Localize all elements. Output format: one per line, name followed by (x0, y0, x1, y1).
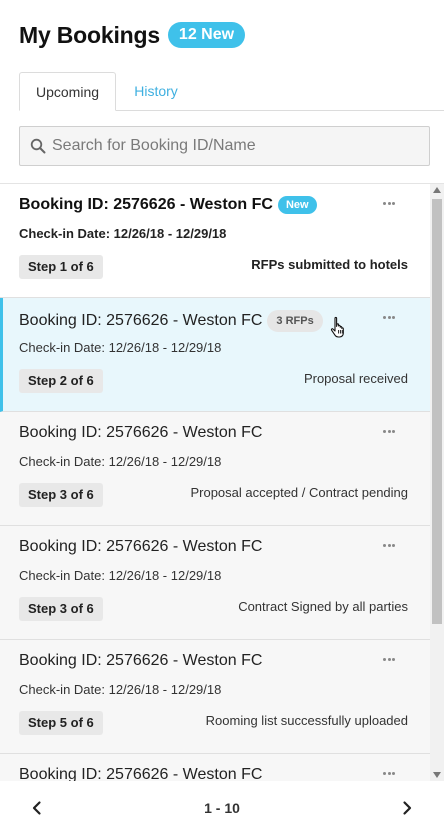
step-badge: Step 2 of 6 (19, 369, 103, 393)
search-input[interactable] (52, 137, 412, 155)
booking-title: Booking ID: 2576626 - Weston FC (19, 652, 262, 670)
checkin-date: Check-in Date: 12/26/18 - 12/29/18 (19, 340, 222, 355)
new-count-badge: 12 New (167, 22, 246, 48)
booking-title: Booking ID: 2576626 - Weston FC New (19, 196, 317, 214)
booking-title: Booking ID: 2576626 - Weston FC (19, 424, 262, 442)
booking-status: Proposal received (303, 371, 408, 386)
step-badge: Step 1 of 6 (19, 255, 103, 279)
checkin-date: Check-in Date: 12/26/18 - 12/29/18 (19, 454, 222, 469)
booking-card[interactable]: Booking ID: 2576626 - Weston FC 3 RFPs Che… (0, 298, 430, 412)
booking-title-text: Booking ID: 2576626 - Weston FC (19, 652, 263, 669)
booking-list[interactable]: Booking ID: 2576626 - Weston FC New Check-… (0, 183, 444, 781)
booking-title-text: Booking ID: 2576626 - Weston FC (19, 196, 273, 213)
pagination: 1 - 10 (0, 781, 444, 835)
booking-title: Booking ID: 2576626 - Weston FC (19, 538, 262, 556)
step-badge: Step 5 of 6 (19, 711, 103, 735)
checkin-date: Check-in Date: 12/26/18 - 12/29/18 (19, 568, 222, 583)
tab-bar: Upcoming History (0, 72, 444, 111)
new-badge: New (277, 196, 317, 214)
booking-status: RFPs submitted to hotels (251, 257, 408, 272)
booking-title-text: Booking ID: 2576626 - Weston FC (19, 312, 263, 329)
search-icon (30, 138, 46, 154)
booking-status: Rooming list successfully uploaded (205, 713, 408, 728)
tab-upcoming[interactable]: Upcoming (19, 72, 116, 111)
booking-card[interactable]: Booking ID: 2576626 - Weston FC Check-in … (0, 526, 430, 640)
pagination-label: 1 - 10 (204, 800, 240, 816)
more-horizontal-icon[interactable] (382, 654, 396, 664)
booking-card[interactable]: Booking ID: 2576626 - Weston FC (0, 754, 430, 781)
checkin-date: Check-in Date: 12/26/18 - 12/29/18 (19, 682, 222, 697)
more-horizontal-icon[interactable] (382, 768, 396, 778)
chevron-right-icon[interactable] (398, 799, 416, 817)
scroll-thumb[interactable] (432, 199, 442, 624)
scroll-down-arrow[interactable] (433, 772, 441, 778)
page-title: My Bookings (19, 21, 160, 48)
step-badge: Step 3 of 6 (19, 597, 103, 621)
search-box[interactable] (19, 126, 430, 166)
booking-title-text: Booking ID: 2576626 - Weston FC (19, 766, 263, 781)
step-badge: Step 3 of 6 (19, 483, 103, 507)
checkin-date: Check-in Date: 12/26/18 - 12/29/18 (19, 226, 227, 241)
booking-title-text: Booking ID: 2576626 - Weston FC (19, 424, 263, 441)
booking-card[interactable]: Booking ID: 2576626 - Weston FC Check-in … (0, 412, 430, 526)
booking-title: Booking ID: 2576626 - Weston FC 3 RFPs (19, 310, 323, 332)
more-horizontal-icon[interactable] (382, 312, 396, 322)
more-horizontal-icon[interactable] (382, 540, 396, 550)
booking-card[interactable]: Booking ID: 2576626 - Weston FC Check-in … (0, 640, 430, 754)
booking-card[interactable]: Booking ID: 2576626 - Weston FC New Check-… (0, 184, 430, 298)
booking-status: Contract Signed by all parties (238, 599, 408, 614)
scroll-up-arrow[interactable] (433, 187, 441, 193)
booking-title-text: Booking ID: 2576626 - Weston FC (19, 538, 263, 555)
booking-status: Proposal accepted / Contract pending (190, 485, 408, 500)
more-horizontal-icon[interactable] (382, 426, 396, 436)
booking-title: Booking ID: 2576626 - Weston FC (19, 766, 262, 781)
scrollbar[interactable] (430, 184, 444, 781)
rfp-count-badge[interactable]: 3 RFPs (267, 310, 323, 332)
more-horizontal-icon[interactable] (382, 198, 396, 208)
tab-history[interactable]: History (118, 72, 194, 111)
page-header: My Bookings 12 New (19, 20, 246, 50)
